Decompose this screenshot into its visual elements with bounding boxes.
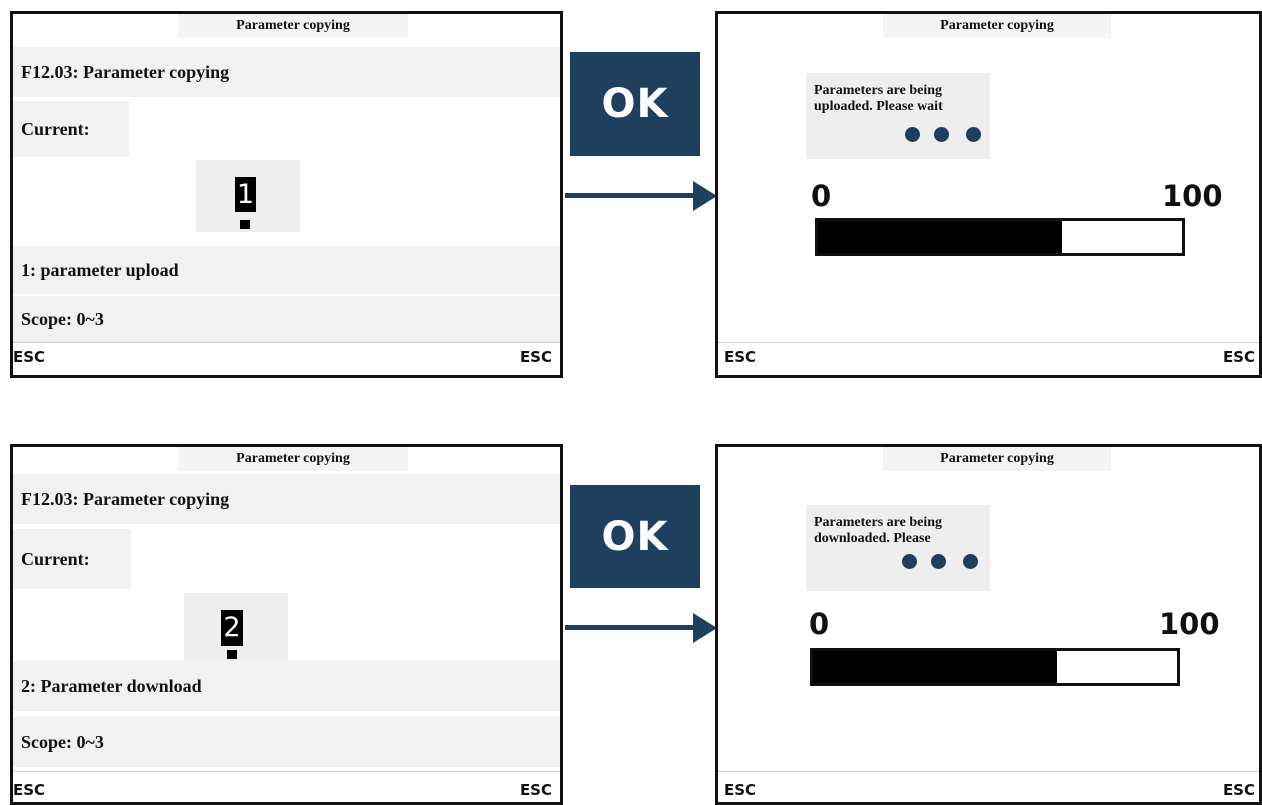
message-line-2: downloaded. Please xyxy=(814,531,931,546)
esc-left-button[interactable]: ESC xyxy=(13,348,45,366)
progress-bar-fill xyxy=(813,651,1057,683)
esc-left-button[interactable]: ESC xyxy=(724,781,756,799)
arrow-right-icon xyxy=(565,193,695,198)
cursor-icon xyxy=(227,650,237,659)
bottom-left-param-screen: Parameter copying F12.03: Parameter copy… xyxy=(10,444,563,805)
scope-row: Scope: 0~3 xyxy=(13,296,560,342)
progress-bar-fill xyxy=(818,221,1062,253)
top-right-progress-screen: Parameter copying Parameters are being u… xyxy=(715,11,1262,378)
esc-right-button[interactable]: ESC xyxy=(520,781,552,799)
scope-row: Scope: 0~3 xyxy=(13,717,560,767)
message-line-2: uploaded. Please wait xyxy=(814,99,943,114)
value-description: 1: parameter upload xyxy=(13,246,560,294)
arrow-right-icon xyxy=(693,613,717,643)
loading-dots-icon xyxy=(963,554,978,569)
screen-title: Parameter copying xyxy=(883,14,1111,38)
arrow-right-icon xyxy=(693,181,717,211)
loading-dots-icon xyxy=(934,127,949,142)
scale-max: 100 xyxy=(1162,179,1223,213)
progress-bar xyxy=(810,648,1180,686)
footer-divider xyxy=(13,342,560,343)
footer-divider xyxy=(718,342,1259,343)
esc-left-button[interactable]: ESC xyxy=(724,348,756,366)
current-label: Current: xyxy=(13,101,129,157)
loading-dots-icon xyxy=(902,554,917,569)
esc-right-button[interactable]: ESC xyxy=(520,348,552,366)
param-code-row: F12.03: Parameter copying xyxy=(13,47,560,97)
footer-divider xyxy=(13,771,560,772)
current-value[interactable]: 2 xyxy=(221,610,243,646)
ok-button-bottom[interactable]: OK xyxy=(570,485,700,588)
screen-title: Parameter copying xyxy=(883,447,1111,471)
ok-button-top[interactable]: OK xyxy=(570,52,700,156)
arrow-right-icon xyxy=(565,625,695,630)
value-description: 2: Parameter download xyxy=(13,661,560,711)
progress-bar xyxy=(815,218,1185,256)
esc-right-button[interactable]: ESC xyxy=(1223,781,1255,799)
screen-title: Parameter copying xyxy=(178,447,408,471)
current-label: Current: xyxy=(13,529,131,589)
loading-dots-icon xyxy=(966,127,981,142)
current-value[interactable]: 1 xyxy=(235,177,256,212)
loading-dots-icon xyxy=(905,127,920,142)
message-line-1: Parameters are being xyxy=(814,83,943,98)
top-left-param-screen: Parameter copying F12.03: Parameter copy… xyxy=(10,11,563,378)
scale-max: 100 xyxy=(1159,607,1220,641)
bottom-right-progress-screen: Parameter copying Parameters are being d… xyxy=(715,444,1262,805)
cursor-icon xyxy=(240,220,250,229)
scale-min: 0 xyxy=(809,607,830,641)
message-line-1: Parameters are being xyxy=(814,515,943,530)
esc-left-button[interactable]: ESC xyxy=(13,781,45,799)
scale-min: 0 xyxy=(811,179,832,213)
esc-right-button[interactable]: ESC xyxy=(1223,348,1255,366)
screen-title: Parameter copying xyxy=(178,14,408,38)
param-code-row: F12.03: Parameter copying xyxy=(13,474,560,524)
download-message-box: Parameters are being downloaded. Please xyxy=(806,505,990,591)
upload-message-box: Parameters are being uploaded. Please wa… xyxy=(806,73,990,159)
footer-divider xyxy=(718,771,1259,772)
loading-dots-icon xyxy=(931,554,946,569)
